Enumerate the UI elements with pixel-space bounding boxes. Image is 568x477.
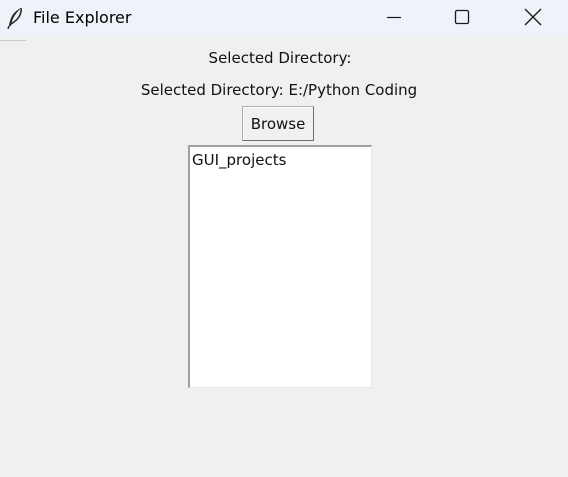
selected-directory-path: Selected Directory: E:/Python Coding	[140, 81, 418, 99]
list-item[interactable]: GUI_projects	[192, 151, 286, 169]
close-icon	[524, 8, 542, 30]
file-explorer-window: File Explorer Selected Directory: Select…	[0, 0, 568, 477]
title-bar[interactable]: File Explorer	[0, 0, 568, 38]
title-divider	[0, 40, 26, 41]
minimize-icon	[386, 9, 402, 29]
maximize-button[interactable]	[439, 0, 485, 38]
browse-button[interactable]: Browse	[242, 106, 314, 141]
window-title: File Explorer	[33, 8, 132, 27]
directory-listbox[interactable]: GUI_projects	[188, 145, 372, 388]
close-button[interactable]	[510, 0, 556, 38]
minimize-button[interactable]	[371, 0, 417, 38]
feather-icon	[6, 7, 24, 30]
maximize-icon	[454, 9, 470, 29]
selected-directory-heading: Selected Directory:	[208, 49, 352, 67]
